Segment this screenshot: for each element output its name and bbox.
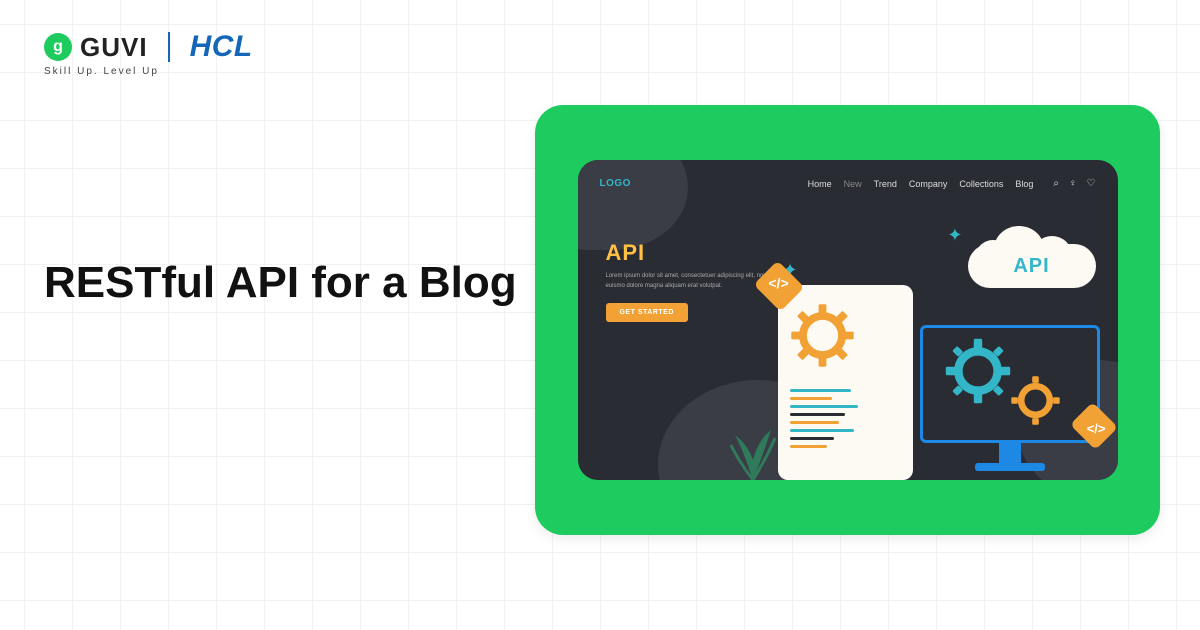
cloud-label: API [968,255,1096,278]
mock-nav-icons: ⌕ ♀ ♡ [1053,178,1095,189]
monitor-illustration: </> [920,325,1100,480]
mock-navbar: LOGO Home New Trend Company Collections … [578,178,1118,189]
guvi-logo: g GUVI [44,32,148,63]
user-icon: ♀ [1069,178,1077,189]
sparkle-icon: ✦ [947,225,962,246]
code-badge-text: </> [767,275,791,295]
page-title: RESTful API for a Blog [44,255,517,310]
tagline: Skill Up. Level Up [44,66,159,77]
nav-collections: Collections [959,179,1003,189]
guvi-mark-icon: g [44,33,72,61]
mock-logo: LOGO [600,178,631,189]
brand-header: g GUVI HCL [44,30,253,64]
guvi-wordmark: GUVI [80,32,148,63]
brand-divider [168,32,170,62]
mock-hero-title: API [606,240,786,266]
illustration-card: LOGO Home New Trend Company Collections … [535,105,1160,535]
nav-new: New [844,179,862,189]
heart-icon: ♡ [1087,178,1096,189]
gear-icon [943,336,1013,406]
nav-home: Home [808,179,832,189]
code-lines-illustration [790,389,901,448]
nav-trend: Trend [874,179,897,189]
website-mockup: LOGO Home New Trend Company Collections … [578,160,1118,480]
cloud-illustration: API [968,222,1096,288]
mock-nav-menu: Home New Trend Company Collections Blog [808,179,1034,189]
search-icon: ⌕ [1053,178,1059,189]
hcl-wordmark: HCL [190,30,253,64]
nav-company: Company [909,179,948,189]
mock-cta-button: GET STARTED [606,303,688,322]
plant-icon [723,410,783,480]
blob-decoration [578,160,688,250]
code-badge-text: </> [1087,421,1106,436]
document-illustration: </> [778,285,913,480]
nav-blog: Blog [1015,179,1033,189]
gear-icon [790,303,855,368]
gear-icon [1008,373,1063,428]
